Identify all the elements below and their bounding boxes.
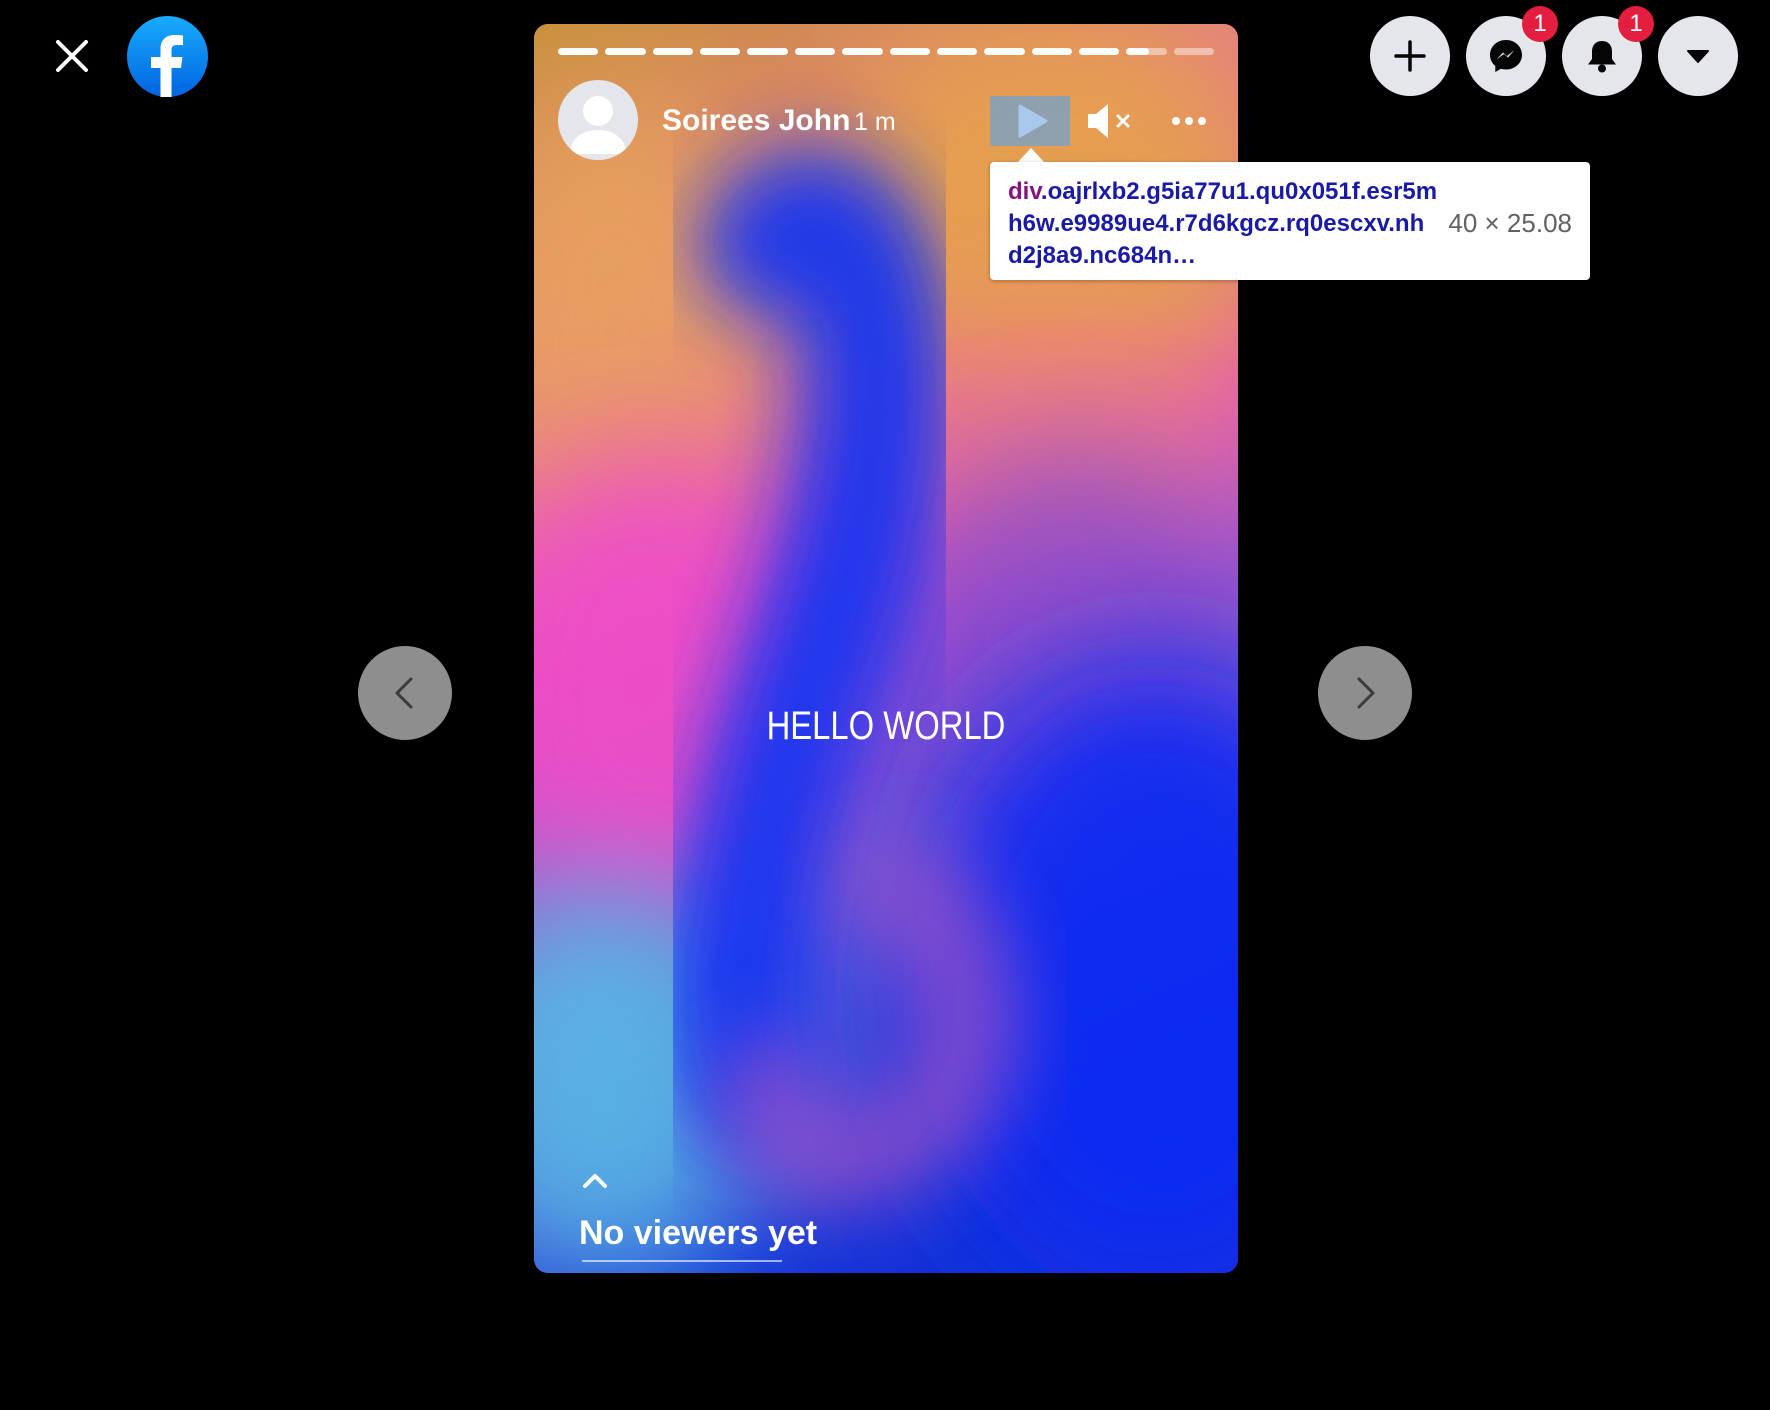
progress-segment [700, 48, 741, 55]
more-horizontal-icon [1172, 117, 1206, 125]
notifications-badge: 1 [1618, 6, 1654, 42]
close-icon [56, 40, 88, 72]
close-button[interactable] [46, 30, 98, 82]
facebook-logo-icon [127, 16, 208, 97]
author-avatar[interactable] [558, 80, 638, 160]
inspector-tooltip-arrow [1017, 148, 1045, 163]
caret-down-icon [1687, 50, 1709, 63]
progress-segment [889, 48, 930, 55]
progress-segment-fill [936, 48, 978, 55]
speaker-muted-icon [1088, 104, 1130, 138]
bell-icon [1588, 41, 1616, 73]
progress-segment-fill [605, 48, 646, 55]
progress-segment-fill [842, 48, 883, 55]
progress-segment-fill [558, 48, 599, 55]
inspector-selector: div.oajrlxb2.g5ia77u1.qu0x051f.esr5mh6w.… [1008, 176, 1438, 272]
progress-segment [794, 48, 836, 55]
progress-segment-fill [794, 48, 836, 55]
story-progress-bar [558, 48, 1215, 55]
story-timestamp: 1 m [854, 108, 896, 136]
default-avatar-icon [570, 96, 626, 154]
inspector-tag: div [1008, 178, 1041, 205]
facebook-logo-button[interactable] [127, 16, 208, 97]
progress-segment [1126, 48, 1167, 55]
chevron-up-icon [583, 1174, 607, 1188]
progress-segment [984, 48, 1025, 55]
notifications-button[interactable]: 1 [1562, 6, 1654, 96]
viewers-label[interactable]: No viewers yet [579, 1214, 817, 1253]
progress-segment [1031, 48, 1072, 55]
create-button[interactable] [1370, 16, 1450, 96]
progress-segment [936, 48, 978, 55]
story-text: HELLO WORLD [766, 704, 1006, 748]
progress-segment-fill [889, 48, 930, 55]
progress-segment-fill [1078, 48, 1120, 55]
progress-segment-fill [747, 48, 788, 55]
chevron-left-icon [395, 677, 413, 709]
previous-story-button[interactable] [358, 646, 452, 740]
play-icon [1018, 104, 1048, 138]
inspector-size: 40 × 25.08 [1448, 208, 1572, 238]
progress-segment [605, 48, 646, 55]
account-menu-button[interactable] [1658, 16, 1738, 96]
more-options-button[interactable] [1164, 96, 1214, 146]
progress-segment [652, 48, 694, 55]
inspector-classes: .oajrlxb2.g5ia77u1.qu0x051f.esr5mh6w.e99… [1008, 178, 1438, 269]
progress-segment [1173, 48, 1215, 55]
progress-segment [747, 48, 788, 55]
progress-segment-fill [1126, 48, 1149, 55]
mute-button[interactable] [1082, 96, 1138, 146]
story-author-name[interactable]: Soirees John [662, 104, 850, 138]
inspector-tooltip: div.oajrlxb2.g5ia77u1.qu0x051f.esr5mh6w.… [990, 162, 1590, 280]
progress-segment [842, 48, 883, 55]
messenger-icon [1490, 40, 1522, 72]
messenger-button[interactable]: 1 [1466, 6, 1558, 96]
viewers-underline [582, 1260, 782, 1262]
next-story-button[interactable] [1318, 646, 1412, 740]
plus-icon [1394, 40, 1426, 72]
progress-segment-fill [652, 48, 694, 55]
viewers-expand-button[interactable] [580, 1170, 610, 1192]
progress-segment-fill [1031, 48, 1072, 55]
play-button[interactable] [990, 96, 1070, 146]
progress-segment [558, 48, 599, 55]
chevron-right-icon [1357, 677, 1375, 709]
messenger-badge: 1 [1522, 6, 1558, 42]
progress-segment [1078, 48, 1120, 55]
progress-segment-fill [700, 48, 741, 55]
progress-segment-fill [984, 48, 1025, 55]
